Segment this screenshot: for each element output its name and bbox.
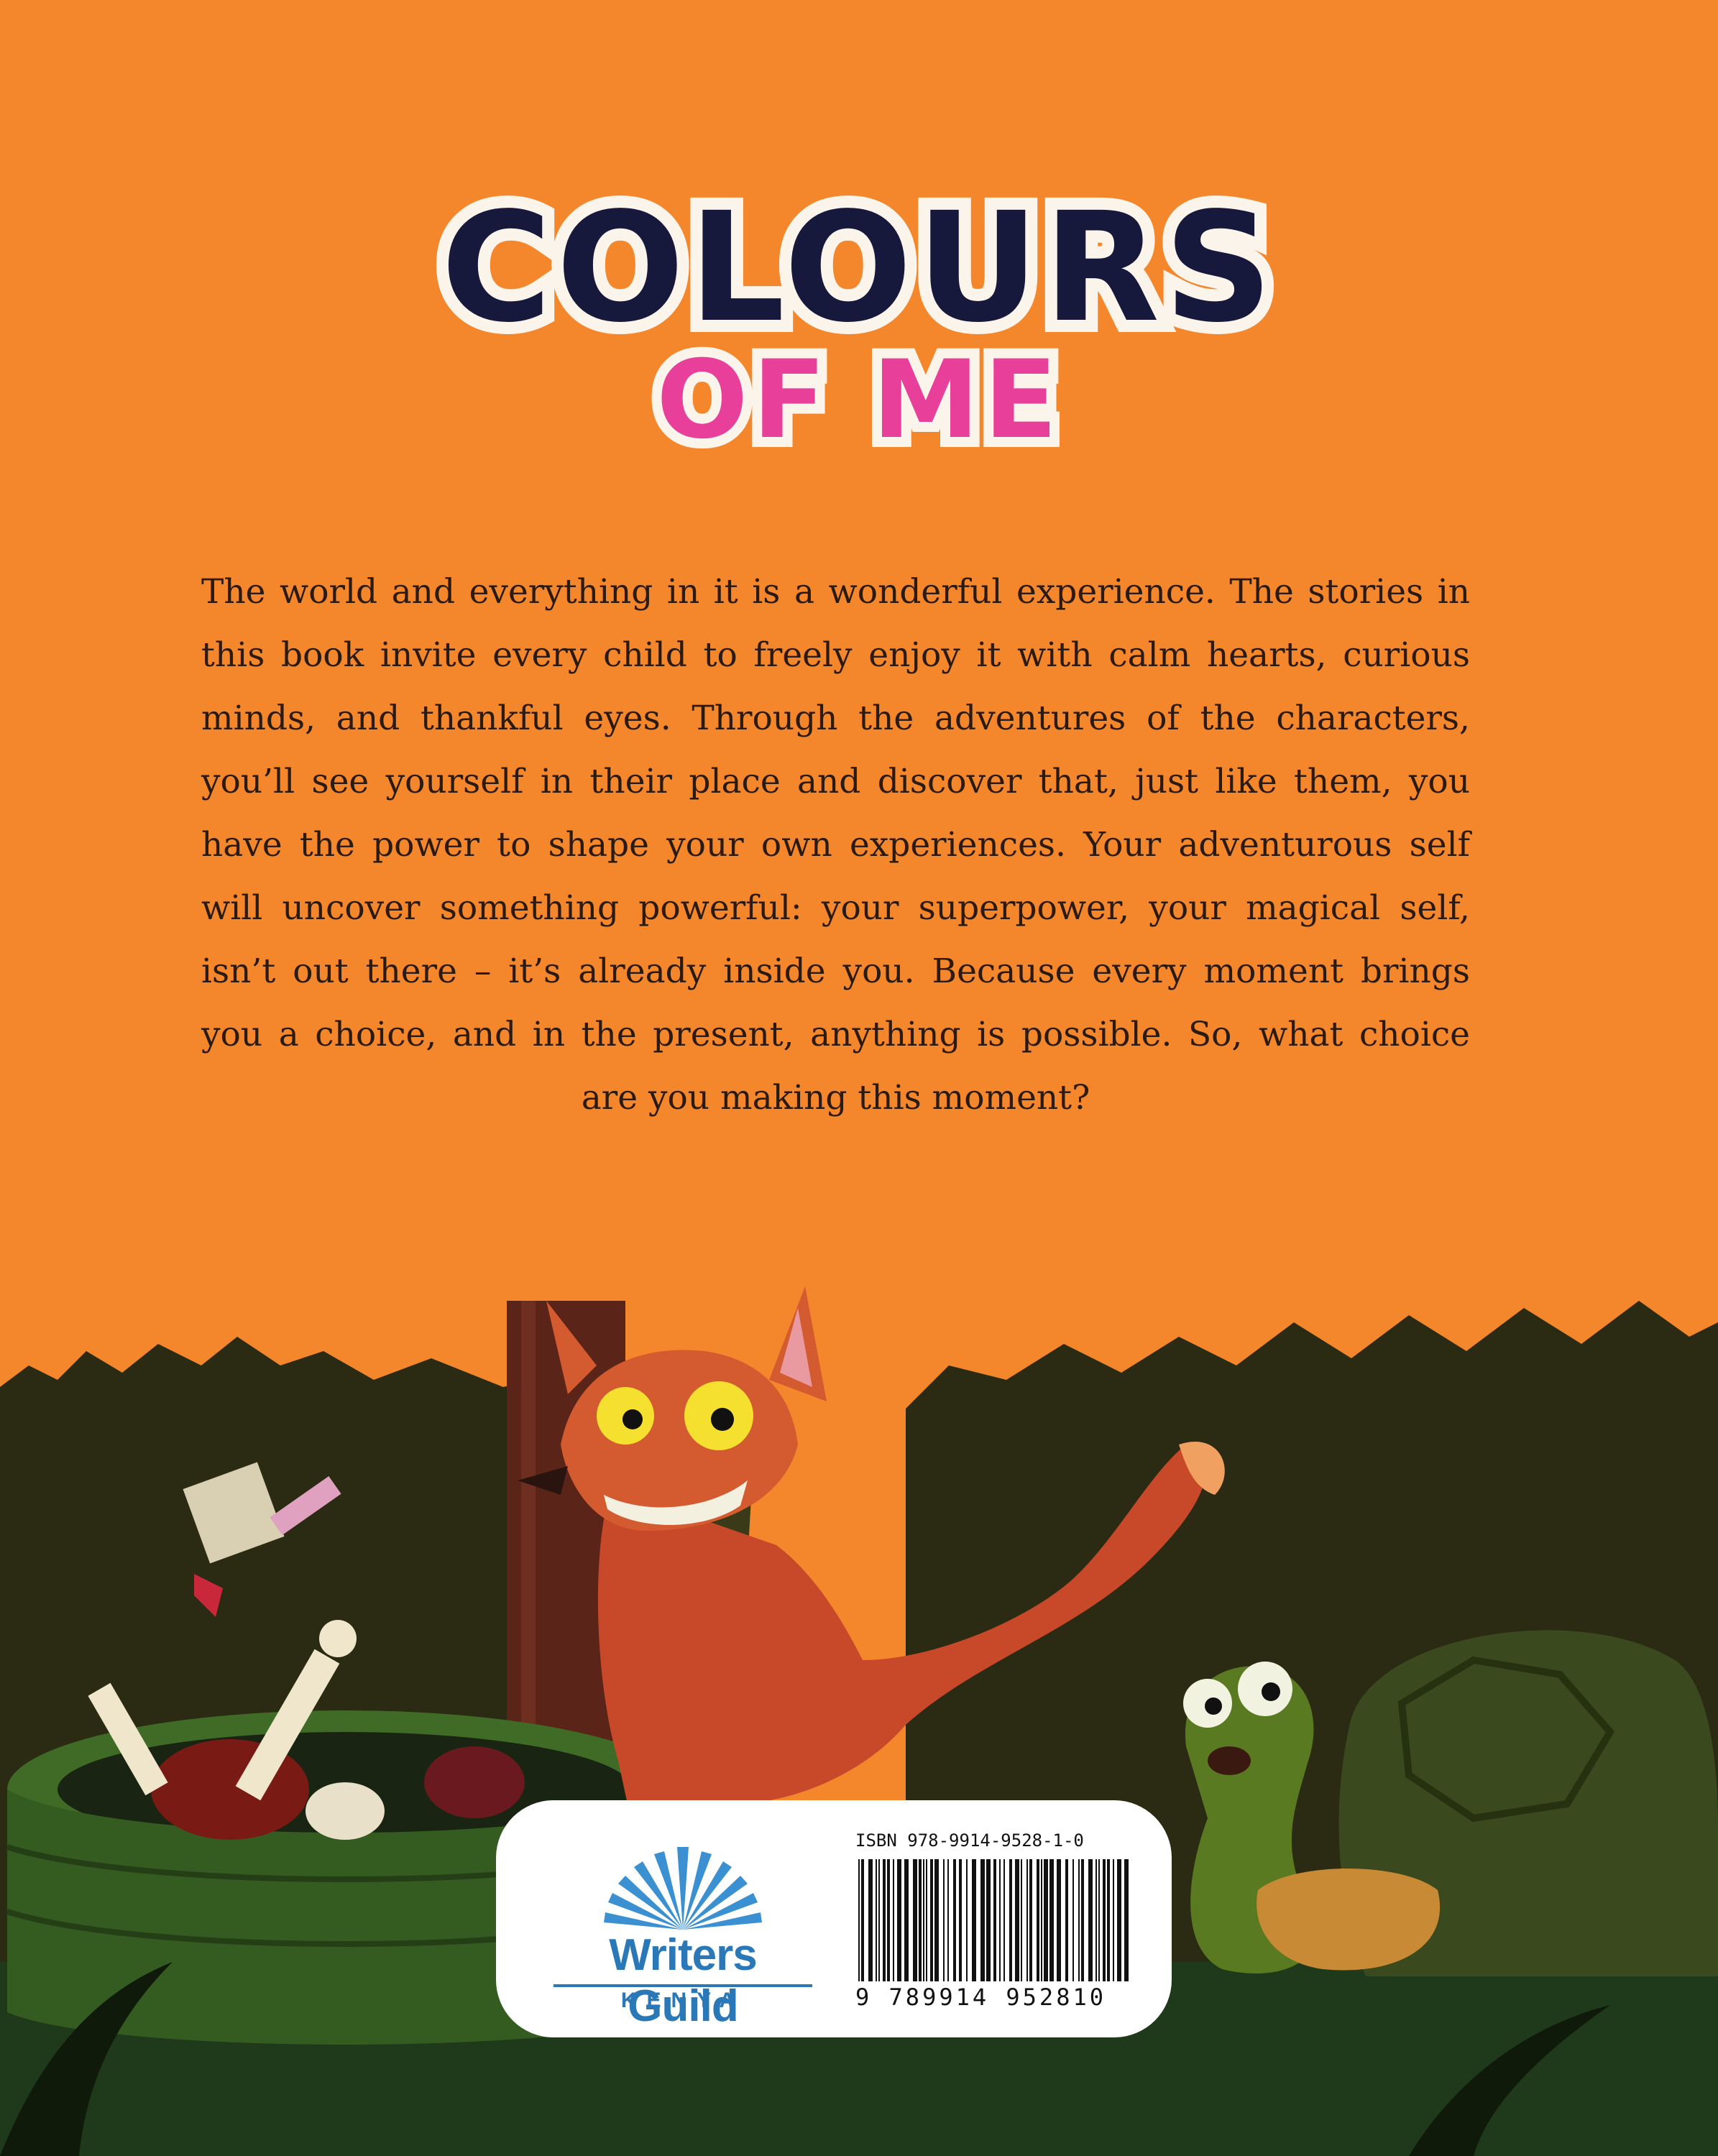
title-line-1: COLOURS <box>429 167 1285 368</box>
barcode-icon <box>858 1859 1129 1981</box>
sunburst-icon <box>604 1847 762 1930</box>
publisher-logo: Writers Guild KENYA <box>553 1843 812 2031</box>
isbn-label: ISBN 978-9914-9528-1-0 <box>855 1830 1084 1851</box>
publisher-subname: KENYA <box>553 1984 812 2013</box>
turtle-mouth <box>1208 1746 1251 1775</box>
back-cover-blurb: The world and everything in it is a wond… <box>201 572 1470 1118</box>
isbn-publisher-badge: Writers Guild KENYA ISBN 978-9914-9528-1… <box>496 1800 1172 2037</box>
publisher-name: Writers Guild <box>609 1930 758 2031</box>
title-line-2: OF ME <box>646 328 1067 473</box>
barcode-digits: 9 789914 952810 <box>855 1984 1106 2011</box>
skull <box>306 1782 385 1840</box>
